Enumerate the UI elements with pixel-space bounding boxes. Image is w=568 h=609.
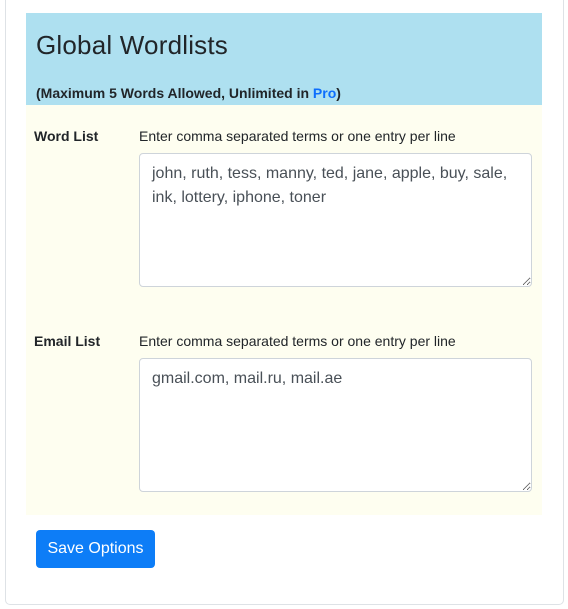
- pro-link[interactable]: Pro: [313, 85, 336, 101]
- word-list-textarea[interactable]: john, ruth, tess, manny, ted, jane, appl…: [139, 153, 532, 287]
- subtitle-close: ): [336, 85, 341, 101]
- word-list-hint: Enter comma separated terms or one entry…: [139, 128, 456, 144]
- page-title: Global Wordlists: [36, 30, 229, 60]
- page-header: Global Wordlists (Maximum 5 Words Allowe…: [26, 13, 542, 105]
- word-list-label: Word List: [34, 128, 99, 144]
- email-list-textarea[interactable]: gmail.com, mail.ru, mail.ae: [139, 358, 532, 492]
- email-list-label: Email List: [34, 333, 101, 349]
- page-subtitle: (Maximum 5 Words Allowed, Unlimited in P…: [36, 84, 341, 102]
- subtitle-text: (Maximum 5 Words Allowed, Unlimited in: [36, 85, 313, 101]
- form-panel: Word List Enter comma separated terms or…: [26, 105, 542, 515]
- email-list-hint: Enter comma separated terms or one entry…: [139, 333, 456, 349]
- save-options-button[interactable]: Save Options: [36, 530, 155, 568]
